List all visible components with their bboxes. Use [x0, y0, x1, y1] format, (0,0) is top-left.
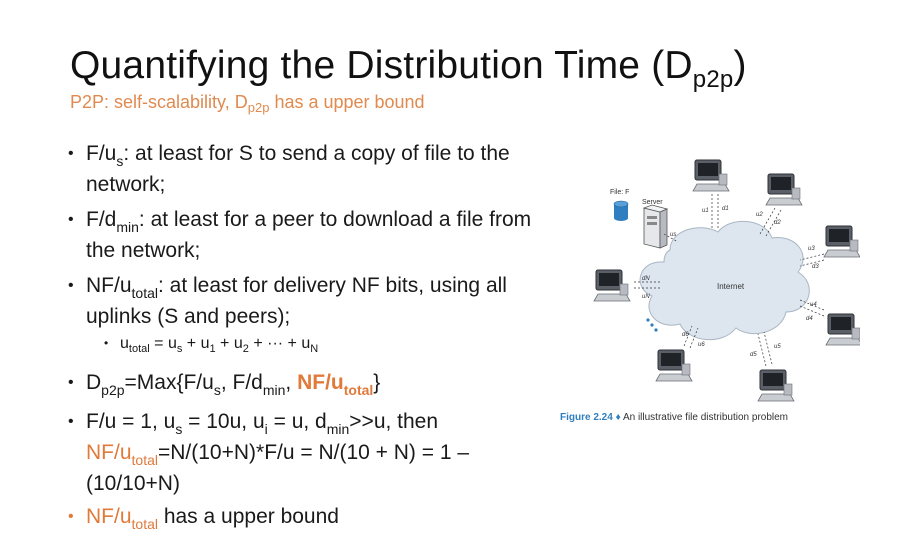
bullet-icon: •	[104, 336, 109, 350]
bullet-server-upload: • F/us: at least for S to send a copy of …	[68, 142, 510, 196]
figure-caption: Figure 2.24 ♦ An illustrative file distr…	[560, 412, 789, 423]
peer-computer-icon	[757, 369, 795, 402]
svg-text:d2: d2	[774, 220, 781, 226]
bullet-icon: •	[68, 413, 74, 430]
svg-text:u1: u1	[702, 208, 709, 214]
svg-text:u2: u2	[756, 212, 763, 218]
svg-text:uN: uN	[642, 294, 650, 300]
svg-text:dN: dN	[642, 276, 650, 282]
svg-text:u5: u5	[774, 344, 781, 350]
svg-text:d6: d6	[682, 332, 689, 338]
svg-text:d5: d5	[750, 352, 757, 358]
bullet-list: • F/us: at least for S to send a copy of …	[68, 142, 538, 548]
slide-subtitle: P2P: self-scalability, Dp2p has a upper …	[70, 92, 425, 115]
bullet-icon: •	[68, 211, 74, 228]
svg-text:us: us	[670, 232, 676, 238]
server-label: Server	[642, 199, 663, 206]
svg-text:u3: u3	[808, 246, 815, 252]
peer-computer-icon	[655, 349, 693, 382]
bullet-icon: •	[68, 374, 74, 391]
sub-bullet-total-formula: • utotal = us + u1 + u2 + ··· + uN	[68, 332, 538, 361]
bullet-icon: •	[68, 277, 74, 294]
server-icon	[642, 204, 669, 249]
peer-computer-icon	[825, 313, 863, 346]
bullet-upper-bound: • NF/utotal has a upper bound	[68, 505, 339, 532]
slide-title: Quantifying the Distribution Time (Dp2p)	[70, 44, 747, 93]
bullet-icon: •	[68, 145, 74, 162]
bullet-example: • F/u = 1, us = 10u, ui = u, dmin>>u, the…	[68, 410, 470, 495]
bullet-icon: •	[68, 508, 74, 525]
internet-label: Internet	[717, 282, 745, 291]
bullet-total-upload: • NF/utotal: at least for delivery NF bit…	[68, 274, 507, 328]
svg-text:d4: d4	[806, 316, 813, 322]
svg-text:u4: u4	[810, 302, 817, 308]
svg-text:d3: d3	[812, 264, 819, 270]
file-label: File: F	[610, 189, 629, 196]
peer-computer-icon	[823, 225, 861, 258]
peer-computer-icon	[593, 269, 631, 302]
bullet-peer-download: • F/dmin: at least for a peer to download…	[68, 208, 532, 262]
bullet-dp2p-max: • Dp2p=Max{F/us, F/dmin, NF/utotal}	[68, 371, 381, 398]
svg-text:d1: d1	[722, 206, 729, 212]
peer-computer-icon	[765, 173, 803, 206]
file-distribution-figure: Internet File: F Server u1 d1 u2 d2 u3 d…	[560, 150, 863, 440]
peer-computer-icon	[692, 159, 730, 192]
file-cylinder-icon	[613, 200, 629, 221]
svg-text:u6: u6	[698, 342, 705, 348]
